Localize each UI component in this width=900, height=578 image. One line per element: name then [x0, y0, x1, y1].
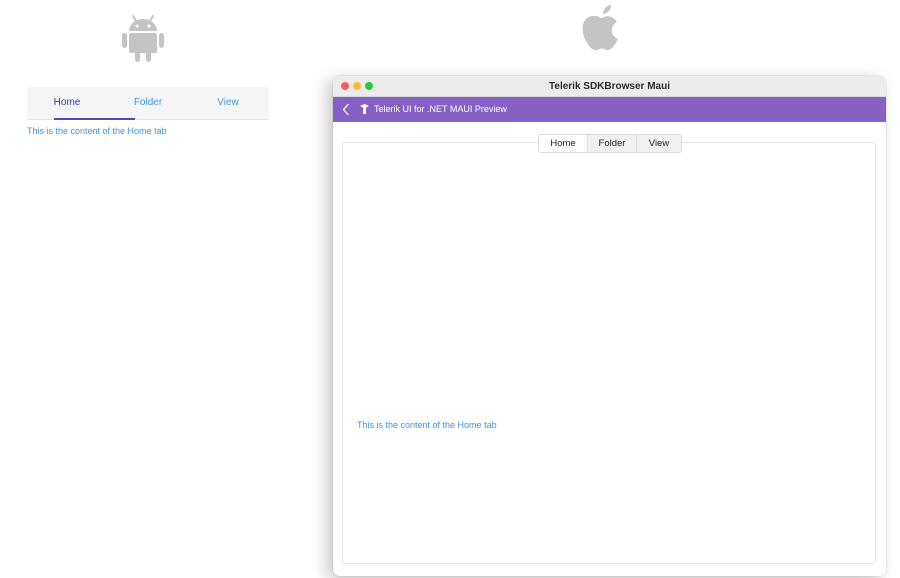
telerik-logo-icon — [360, 104, 369, 114]
mac-tab-folder[interactable]: Folder — [587, 135, 636, 152]
android-tab-view[interactable]: View — [188, 87, 268, 118]
android-selected-tab-indicator — [54, 118, 135, 120]
android-tab-home[interactable]: Home — [27, 87, 107, 118]
mac-tab-view[interactable]: View — [636, 135, 681, 152]
screenshot-canvas: Home Folder View This is the content of … — [0, 0, 900, 578]
mac-tab-home[interactable]: Home — [539, 135, 587, 152]
navigation-bar: Telerik UI for .NET MAUI Preview — [333, 97, 886, 122]
android-tab-folder[interactable]: Folder — [108, 87, 188, 118]
window-title: Telerik SDKBrowser Maui — [549, 81, 670, 92]
apple-icon — [582, 5, 618, 51]
android-tab-content: This is the content of the Home tab — [27, 126, 167, 136]
mac-app-window: Telerik SDKBrowser Maui Telerik UI for .… — [333, 76, 886, 576]
window-titlebar: Telerik SDKBrowser Maui — [333, 76, 886, 97]
tab-content-frame: This is the content of the Home tab — [342, 142, 876, 564]
mac-tab-content: This is the content of the Home tab — [357, 420, 497, 430]
nav-title: Telerik UI for .NET MAUI Preview — [374, 104, 507, 114]
mac-segmented-tabs: Home Folder View — [538, 134, 682, 153]
android-tab-strip: Home Folder View — [27, 87, 269, 120]
back-chevron-icon[interactable] — [341, 103, 351, 116]
android-icon — [122, 15, 164, 62]
